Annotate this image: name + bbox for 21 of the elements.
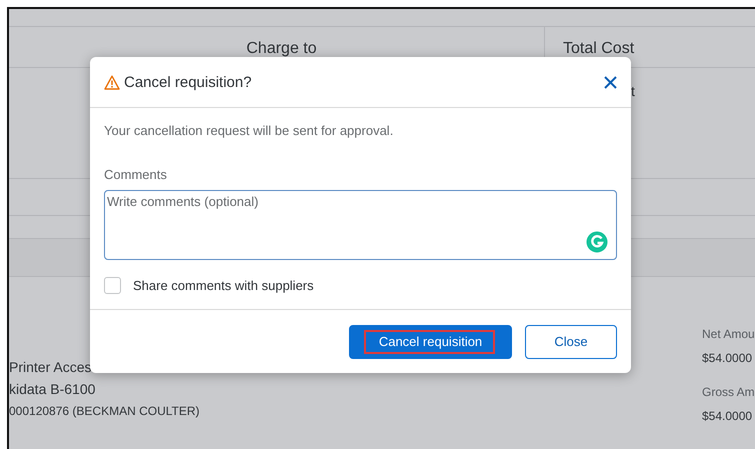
item-supplier: 000120876 (BECKMAN COULTER) xyxy=(9,404,200,418)
close-button[interactable]: Close xyxy=(525,324,617,358)
cancel-requisition-button[interactable]: Cancel requisition xyxy=(349,324,512,358)
grammar-icon[interactable] xyxy=(585,230,609,254)
amount-value: $54.0000 xyxy=(702,351,754,365)
comments-field[interactable]: Write comments (optional) xyxy=(104,190,617,260)
dialog-message: Your cancellation request will be sent for approval. xyxy=(104,123,394,138)
dialog-title: Cancel requisition? xyxy=(124,74,253,90)
close-icon[interactable] xyxy=(604,76,617,88)
checkbox[interactable] xyxy=(104,277,121,294)
amount-value: $54.0000 xyxy=(702,409,754,423)
cost-label: t xyxy=(631,83,635,99)
field-label: Comments xyxy=(104,167,168,182)
checkbox-label: Share comments with suppliers xyxy=(133,278,314,293)
item-name: Printer Acces xyxy=(9,358,92,377)
column-header: Charge to xyxy=(246,40,317,58)
warning-icon xyxy=(104,74,120,90)
column-header: Total Cost xyxy=(563,40,634,58)
amount-label: Net Amou xyxy=(702,327,755,341)
item-model: kidata B-6100 xyxy=(9,380,96,399)
amount-label: Gross Am xyxy=(702,385,755,399)
